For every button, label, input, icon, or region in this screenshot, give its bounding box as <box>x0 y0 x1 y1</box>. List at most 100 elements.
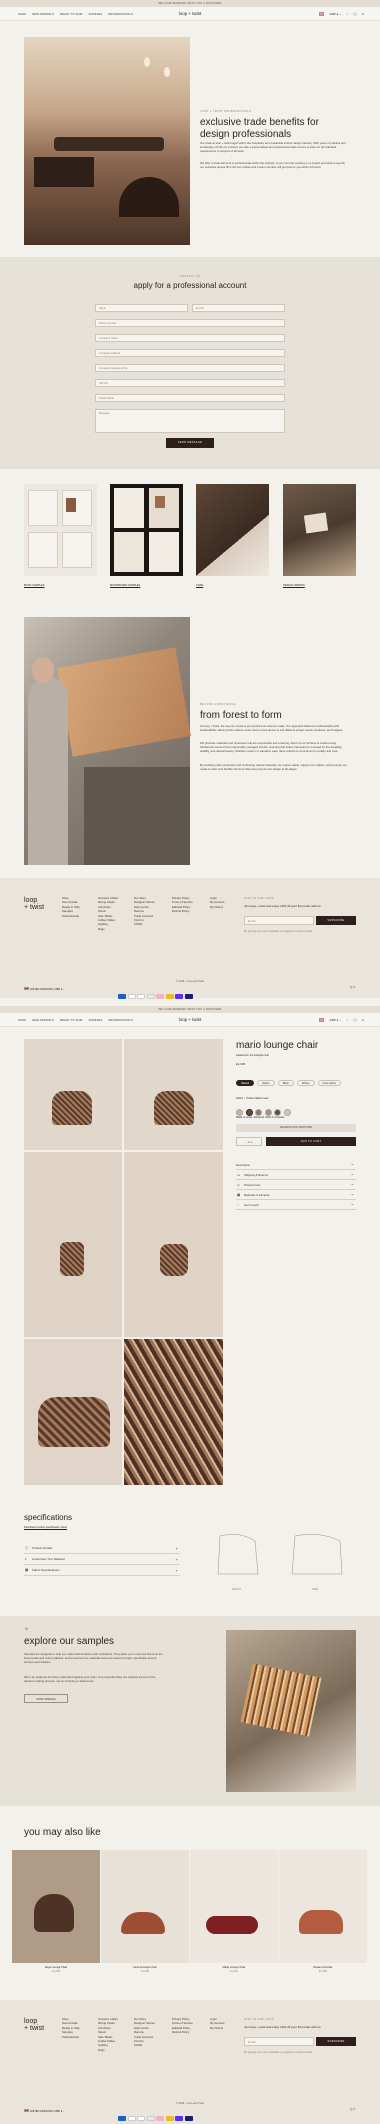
reserve-swatches-button[interactable]: RESERVE ADD SWATCHES <box>236 1124 356 1132</box>
footer-logo[interactable]: loop + twist <box>24 897 44 911</box>
account-icon[interactable]: ◯ <box>353 1018 356 1022</box>
product-image-4[interactable] <box>124 1152 223 1337</box>
frame-option[interactable]: Natural <box>236 1080 255 1086</box>
fabric-swatch[interactable] <box>245 1109 253 1116</box>
newsletter-email-input[interactable]: E-mail <box>244 916 314 925</box>
samples-paragraph-2: We're an analysed and they understand ag… <box>24 1675 156 1683</box>
footer-link[interactable]: Refund Policy <box>172 909 193 913</box>
spec-customise[interactable]: ◐ Customise Your Material <box>24 1554 180 1565</box>
gallery-link-1[interactable]: BOOK SAMPLES <box>24 584 44 587</box>
registration-field[interactable]: Company Registered No. <box>95 364 285 372</box>
spec-fabric[interactable]: ▦ Fabric Specifications <box>24 1565 180 1576</box>
related-product-image-1[interactable] <box>12 1850 100 1963</box>
footer-logo[interactable]: loop + twist <box>24 2018 44 2032</box>
footer-link[interactable]: Rugs <box>98 2048 118 2052</box>
fabric-swatch[interactable] <box>255 1109 262 1116</box>
frame-option[interactable]: Fluid Lathes <box>317 1080 342 1086</box>
frame-option[interactable]: Black <box>277 1080 294 1086</box>
product-image-2[interactable] <box>124 1039 223 1150</box>
frame-option[interactable]: Walnut <box>257 1080 275 1086</box>
subscribe-button[interactable]: SUBSCRIBE <box>316 916 356 925</box>
promo-bar: WE LOVE WORKING WITH YOU ✦ DISCOVER <box>0 1006 380 1013</box>
related-product-image-4[interactable] <box>279 1850 367 1963</box>
specs-download-link[interactable]: Download product specification sheet <box>24 1526 67 1529</box>
footer-col-about: Our Story Designer Stories Help Centre R… <box>134 2017 155 2048</box>
footer-link[interactable]: Professionals <box>62 914 80 918</box>
forest-paragraph-2: We prioritise materials and processes th… <box>200 741 343 753</box>
footer-col-furniture: Oversize Chairs Dining Chairs Armchairs … <box>98 2017 118 2052</box>
fabric-swatch[interactable] <box>274 1109 281 1116</box>
related-product-name[interactable]: Rowan Armchair <box>279 1966 367 1969</box>
currency-selector[interactable]: GBP £ ⌄ <box>329 12 341 16</box>
footer-link[interactable]: My Orders <box>210 905 224 909</box>
country-selector[interactable]: UNITED KINGDOM | GBP £ ⌄ <box>24 2109 65 2114</box>
accordion-care[interactable]: ◇ Product Care <box>236 1179 356 1190</box>
spec-product-details[interactable]: ⓘ Product Details <box>24 1543 180 1554</box>
cart-icon[interactable]: ⊔ <box>362 12 364 16</box>
shop-samples-button[interactable]: SHOP SAMPLES <box>24 1694 68 1703</box>
footer-link[interactable]: CONE <box>134 2043 155 2047</box>
subscribe-button[interactable]: SUBSCRIBE <box>316 2037 356 2046</box>
apple-pay-icon <box>127 2116 136 2121</box>
newsletter-legal: By signing up to our newsletter you agre… <box>244 930 312 933</box>
product-image-3[interactable] <box>24 1152 122 1337</box>
footer-link[interactable]: My Orders <box>210 2026 224 2030</box>
related-product-image-3[interactable] <box>190 1850 278 1963</box>
gallery-image-4[interactable] <box>283 484 356 576</box>
send-message-button[interactable]: SEND MESSAGE <box>166 438 214 448</box>
fabric-swatch[interactable] <box>283 1109 291 1116</box>
company-field[interactable]: Company Name <box>95 334 285 342</box>
frame-option[interactable]: Whites <box>296 1080 315 1086</box>
accordion-shipping[interactable]: ▭ Shipping & Returns <box>236 1169 356 1180</box>
gallery-link-4[interactable]: DESIGN ORDERS <box>283 584 305 587</box>
footer-link[interactable]: Rugs <box>98 927 118 931</box>
gallery-link-2[interactable]: MOODBOARD SAMPLES <box>110 584 140 587</box>
social-field[interactable]: Social Media <box>95 394 285 402</box>
footer-col-account: Login My Account My Orders <box>210 2017 224 2030</box>
footer-link[interactable]: Professionals <box>62 2035 80 2039</box>
social-icons[interactable]: ◎ ƒ <box>350 2107 355 2111</box>
related-product-name[interactable]: Marla Lounge Chair <box>190 1966 278 1969</box>
cart-icon[interactable]: ⊔ <box>362 1018 364 1022</box>
payment-icons <box>118 2108 194 2124</box>
accordion-description[interactable]: Description <box>236 1159 356 1170</box>
message-field[interactable]: Message <box>95 409 285 433</box>
related-product-name[interactable]: Hugo Lounge Chair <box>12 1966 100 1969</box>
footer-link[interactable]: CONE <box>134 922 155 926</box>
gallery-image-1[interactable] <box>24 484 97 576</box>
company-address-field[interactable]: Company Address <box>95 349 285 357</box>
account-icon[interactable]: ◯ <box>353 12 356 16</box>
name-field[interactable]: Name <box>95 304 188 312</box>
related-product-name[interactable]: Laurel Lounge Chair <box>101 1966 189 1969</box>
fabric-swatch[interactable] <box>236 1109 243 1116</box>
country-label: UNITED KINGDOM | GBP £ ⌄ <box>29 2110 66 2114</box>
fabric-swatch[interactable] <box>264 1109 272 1116</box>
accordion-contact[interactable]: ◌ Get in touch <box>236 1199 356 1210</box>
related-product-image-2[interactable] <box>101 1850 189 1963</box>
google-pay-icon <box>137 994 145 999</box>
accordion-materials[interactable]: ▦ Materials & Samples <box>236 1189 356 1200</box>
drawing-label-front: FRONT <box>232 1588 241 1591</box>
product-image-6[interactable] <box>124 1339 223 1485</box>
search-icon[interactable]: ⌕ <box>347 12 349 16</box>
country-selector[interactable]: UNITED KINGDOM | GBP £ ⌄ <box>24 987 65 992</box>
quantity-stepper[interactable]: − 1 + <box>236 1137 262 1146</box>
social-icons[interactable]: ◎ ƒ <box>350 985 355 989</box>
email-field[interactable]: E-mail <box>192 304 285 312</box>
quantity-value: 1 <box>248 1140 250 1144</box>
gallery-link-3[interactable]: CARE <box>196 584 203 587</box>
vat-field[interactable]: VAT No. <box>95 379 285 387</box>
gallery-image-3[interactable] <box>196 484 269 576</box>
phone-field[interactable]: Phone Number <box>95 319 285 327</box>
newsletter-eyebrow: STAY IN THE LOOP <box>244 897 274 900</box>
add-to-cart-button[interactable]: ADD TO CART <box>266 1137 356 1146</box>
product-image-1[interactable] <box>24 1039 122 1150</box>
newsletter-email-input[interactable]: E-mail <box>244 2037 314 2046</box>
gallery-image-2[interactable] <box>110 484 183 576</box>
related-product-price: £1,310 <box>230 1970 238 1973</box>
footer-link[interactable]: Refund Policy <box>172 2030 193 2034</box>
product-image-5[interactable] <box>24 1339 122 1485</box>
product-subtitle[interactable]: Featured in the Lifestyle Suit <box>236 1054 269 1057</box>
search-icon[interactable]: ⌕ <box>347 1018 349 1022</box>
currency-selector[interactable]: GBP £ ⌄ <box>329 1018 341 1022</box>
